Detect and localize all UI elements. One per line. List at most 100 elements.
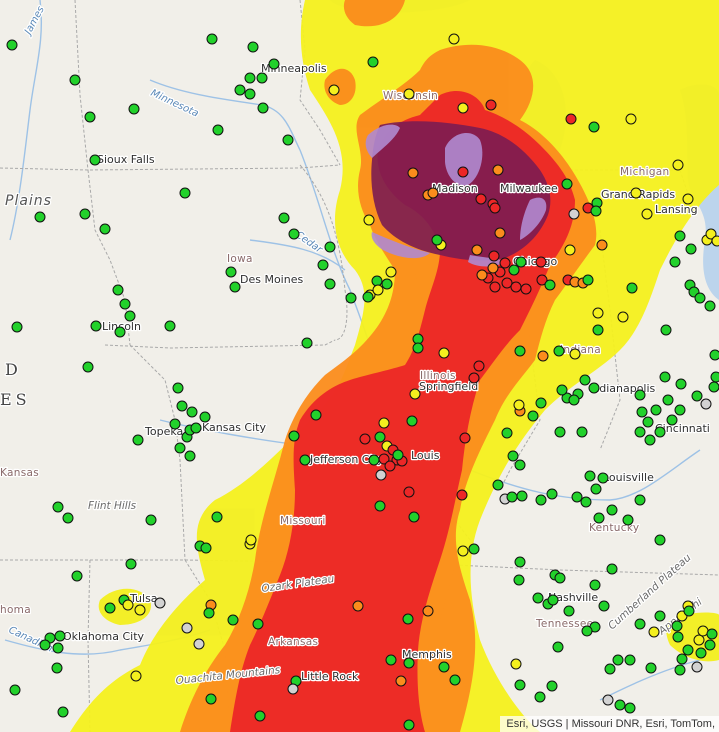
station-marker[interactable] [449, 674, 461, 686]
station-marker[interactable] [473, 360, 485, 372]
station-marker[interactable] [172, 382, 184, 394]
station-marker[interactable] [328, 84, 340, 96]
station-marker[interactable] [244, 72, 256, 84]
station-marker[interactable] [402, 613, 414, 625]
station-marker[interactable] [448, 33, 460, 45]
station-marker[interactable] [384, 460, 396, 472]
station-marker[interactable] [363, 214, 375, 226]
station-marker[interactable] [614, 699, 626, 711]
station-marker[interactable] [9, 684, 21, 696]
station-marker[interactable] [597, 472, 609, 484]
station-marker[interactable] [245, 534, 257, 546]
station-marker[interactable] [51, 662, 63, 674]
station-marker[interactable] [710, 371, 719, 383]
station-marker[interactable] [244, 88, 256, 100]
station-marker[interactable] [501, 277, 513, 289]
station-marker[interactable] [626, 282, 638, 294]
station-marker[interactable] [408, 511, 420, 523]
station-marker[interactable] [352, 600, 364, 612]
station-marker[interactable] [576, 426, 588, 438]
station-marker[interactable] [691, 390, 703, 402]
station-marker[interactable] [515, 256, 527, 268]
station-marker[interactable] [71, 570, 83, 582]
station-marker[interactable] [475, 193, 487, 205]
station-marker[interactable] [489, 281, 501, 293]
station-marker[interactable] [438, 661, 450, 673]
station-marker[interactable] [645, 662, 657, 674]
station-marker[interactable] [569, 348, 581, 360]
station-marker[interactable] [554, 572, 566, 584]
station-marker[interactable] [52, 501, 64, 513]
station-marker[interactable] [593, 512, 605, 524]
station-marker[interactable] [459, 432, 471, 444]
station-marker[interactable] [693, 634, 705, 646]
station-marker[interactable] [457, 545, 469, 557]
station-marker[interactable] [385, 266, 397, 278]
station-marker[interactable] [82, 361, 94, 373]
station-marker[interactable] [90, 320, 102, 332]
station-marker[interactable] [468, 372, 480, 384]
station-marker[interactable] [642, 416, 654, 428]
station-marker[interactable] [494, 227, 506, 239]
station-marker[interactable] [278, 212, 290, 224]
station-marker[interactable] [362, 291, 374, 303]
station-marker[interactable] [606, 563, 618, 575]
station-marker[interactable] [69, 74, 81, 86]
station-marker[interactable] [282, 134, 294, 146]
station-marker[interactable] [130, 670, 142, 682]
station-marker[interactable] [381, 278, 393, 290]
station-marker[interactable] [501, 427, 513, 439]
station-marker[interactable] [598, 600, 610, 612]
station-marker[interactable] [125, 558, 137, 570]
station-marker[interactable] [181, 622, 193, 634]
station-marker[interactable] [624, 702, 636, 714]
station-marker[interactable] [584, 470, 596, 482]
station-marker[interactable] [54, 630, 66, 642]
station-marker[interactable] [84, 111, 96, 123]
station-marker[interactable] [487, 262, 499, 274]
station-marker[interactable] [513, 399, 525, 411]
station-marker[interactable] [602, 694, 614, 706]
station-marker[interactable] [636, 406, 648, 418]
station-marker[interactable] [427, 187, 439, 199]
station-marker[interactable] [287, 683, 299, 695]
station-marker[interactable] [674, 664, 686, 676]
station-marker[interactable] [592, 324, 604, 336]
station-marker[interactable] [654, 610, 666, 622]
station-marker[interactable] [682, 193, 694, 205]
station-marker[interactable] [612, 654, 624, 666]
station-marker[interactable] [634, 426, 646, 438]
station-marker[interactable] [596, 239, 608, 251]
station-marker[interactable] [704, 300, 716, 312]
station-marker[interactable] [510, 658, 522, 670]
station-marker[interactable] [254, 710, 266, 722]
station-marker[interactable] [112, 284, 124, 296]
station-marker[interactable] [534, 691, 546, 703]
station-marker[interactable] [532, 592, 544, 604]
station-marker[interactable] [89, 154, 101, 166]
station-marker[interactable] [556, 384, 568, 396]
station-marker[interactable] [708, 381, 719, 393]
station-marker[interactable] [634, 389, 646, 401]
station-marker[interactable] [268, 58, 280, 70]
station-marker[interactable] [211, 511, 223, 523]
station-marker[interactable] [697, 625, 709, 637]
station-marker[interactable] [368, 454, 380, 466]
station-marker[interactable] [52, 642, 64, 654]
station-marker[interactable] [660, 324, 672, 336]
station-marker[interactable] [634, 618, 646, 630]
station-marker[interactable] [625, 113, 637, 125]
station-marker[interactable] [317, 259, 329, 271]
station-marker[interactable] [34, 211, 46, 223]
station-marker[interactable] [457, 102, 469, 114]
station-marker[interactable] [514, 345, 526, 357]
station-marker[interactable] [457, 166, 469, 178]
station-marker[interactable] [694, 292, 706, 304]
station-marker[interactable] [590, 205, 602, 217]
station-marker[interactable] [203, 607, 215, 619]
station-marker[interactable] [589, 579, 601, 591]
station-marker[interactable] [79, 208, 91, 220]
station-marker[interactable] [588, 121, 600, 133]
station-marker[interactable] [431, 234, 443, 246]
station-marker[interactable] [169, 418, 181, 430]
